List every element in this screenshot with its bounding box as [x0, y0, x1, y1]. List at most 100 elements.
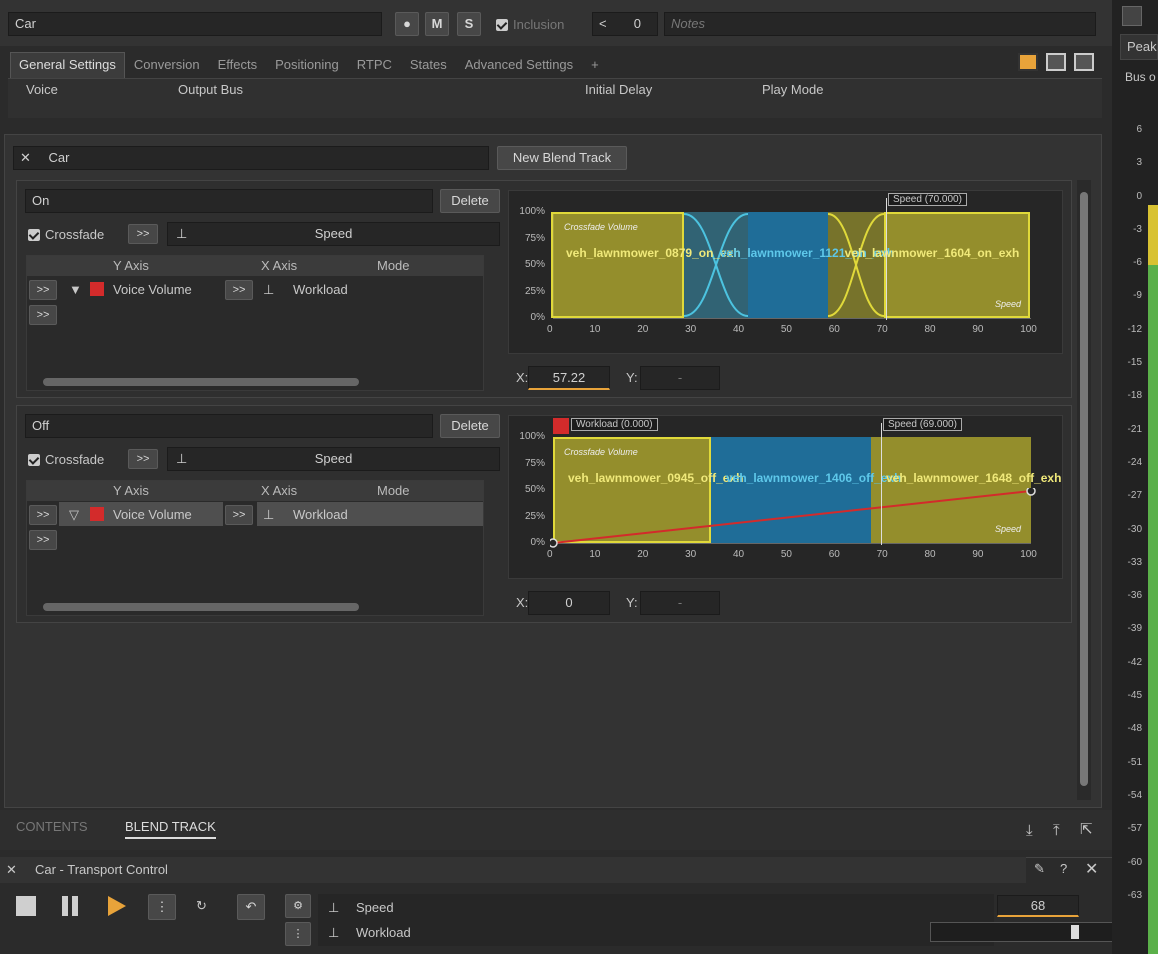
- share-icon: <: [599, 16, 607, 31]
- speed-corner-label: Speed: [995, 299, 1022, 309]
- tab-effects[interactable]: Effects: [209, 52, 267, 78]
- meter-settings-icon[interactable]: [1122, 6, 1142, 26]
- color-swatch[interactable]: [90, 282, 104, 296]
- crossfade-checkbox[interactable]: [28, 452, 40, 467]
- speed-cursor-line[interactable]: [881, 423, 882, 545]
- stop-button[interactable]: [16, 896, 36, 916]
- y-label: Y:: [626, 370, 638, 385]
- help-icon[interactable]: ?: [1060, 861, 1067, 876]
- pin-icon[interactable]: ▼: [69, 282, 82, 297]
- tab-add[interactable]: +: [582, 52, 608, 78]
- tab-contents[interactable]: CONTENTS: [16, 819, 88, 834]
- pause-button[interactable]: [62, 896, 68, 916]
- horizontal-scrollbar[interactable]: [43, 378, 359, 386]
- x-axis-picker-button[interactable]: >>: [225, 505, 253, 525]
- x-axis-value[interactable]: Workload: [293, 282, 348, 297]
- crossfade-label: Crossfade: [45, 227, 105, 242]
- reset-icon[interactable]: ↶: [237, 894, 265, 920]
- share-count[interactable]: < 0: [592, 12, 658, 36]
- scrollbar-thumb[interactable]: [1080, 192, 1088, 786]
- speed-cursor-label: Speed (69.000): [883, 418, 962, 431]
- game-sync-icon[interactable]: ⚙: [285, 894, 311, 918]
- y-axis-ticks: 100% 75% 50% 25% 0%: [519, 431, 545, 548]
- slider-handle[interactable]: [1071, 925, 1079, 939]
- tab-advanced-settings[interactable]: Advanced Settings: [456, 52, 582, 78]
- color-swatch[interactable]: [90, 507, 104, 521]
- close-icon[interactable]: ✕: [1085, 859, 1098, 879]
- horizontal-scrollbar[interactable]: [43, 603, 359, 611]
- row-expand-button[interactable]: >>: [29, 505, 57, 525]
- tab-general-settings[interactable]: General Settings: [10, 52, 125, 78]
- block-label: veh_lawnmower_0945_off_exh: [568, 471, 744, 485]
- tab-positioning[interactable]: Positioning: [266, 52, 348, 78]
- y-axis-value[interactable]: Voice Volume: [113, 507, 192, 522]
- speed-cursor-line[interactable]: [886, 198, 887, 320]
- pin-icon[interactable]: ▽: [69, 507, 79, 523]
- track-name-field[interactable]: Off: [25, 414, 433, 438]
- crossfade-parameter-field[interactable]: ⊥ Speed: [167, 447, 500, 471]
- layout-split-vertical-icon[interactable]: [1046, 53, 1066, 71]
- loop-icon[interactable]: ↻: [196, 898, 207, 914]
- speed-param-label[interactable]: Speed: [356, 900, 394, 915]
- blend-container-field[interactable]: ✕ Car: [13, 146, 489, 170]
- x-label: X:: [516, 595, 529, 610]
- block-label: veh_lawnmower_1648_off_exh: [886, 471, 1062, 485]
- parameter-icon: ⊥: [263, 507, 275, 522]
- tab-blend-track[interactable]: BLEND TRACK: [125, 819, 216, 839]
- vertical-scrollbar[interactable]: [1077, 180, 1091, 800]
- y-axis-value[interactable]: Voice Volume: [113, 282, 192, 297]
- new-blend-track-button[interactable]: New Blend Track: [497, 146, 627, 170]
- notes-field[interactable]: Notes: [664, 12, 1096, 36]
- parameter-list-icon[interactable]: ⋮: [285, 922, 311, 946]
- meter-level-yellow: [1148, 205, 1158, 265]
- x-value-field[interactable]: 0: [528, 591, 610, 615]
- popout-icon[interactable]: ⇱: [1080, 820, 1093, 838]
- crossfade-checkbox[interactable]: [28, 227, 40, 242]
- peak-selector[interactable]: Peak: [1120, 34, 1158, 60]
- crossfade-arrow-button[interactable]: >>: [128, 224, 158, 244]
- selected-row-x[interactable]: [257, 502, 483, 526]
- tab-states[interactable]: States: [401, 52, 456, 78]
- workload-marker[interactable]: [553, 418, 569, 434]
- crossfade-parameter-field[interactable]: ⊥ Speed: [167, 222, 500, 246]
- output-bus-label: Output Bus: [178, 82, 244, 97]
- row-expand-button[interactable]: >>: [29, 280, 57, 300]
- inclusion-checkbox[interactable]: [496, 17, 508, 32]
- play-button[interactable]: [106, 894, 128, 918]
- play-mode-label: Play Mode: [762, 82, 824, 97]
- delete-track-button[interactable]: Delete: [440, 414, 500, 438]
- delete-track-button[interactable]: Delete: [440, 189, 500, 213]
- inclusion-label: Inclusion: [513, 17, 565, 32]
- crossfade-arrow-button[interactable]: >>: [128, 449, 158, 469]
- add-row-button[interactable]: >>: [29, 305, 57, 325]
- add-row-button[interactable]: >>: [29, 530, 57, 550]
- undock-icon[interactable]: ⤒: [1053, 822, 1060, 839]
- mute-button[interactable]: M: [425, 12, 449, 36]
- workload-param-label[interactable]: Workload: [356, 925, 411, 940]
- solo-button[interactable]: S: [457, 12, 481, 36]
- color-palette-button[interactable]: ●: [395, 12, 419, 36]
- speed-value-field[interactable]: 68: [997, 895, 1079, 917]
- bus-label: Bus o: [1125, 70, 1156, 84]
- tab-conversion[interactable]: Conversion: [125, 52, 209, 78]
- transport-options-button[interactable]: ⋮: [148, 894, 176, 920]
- x-axis-ticks: 0 10 20 30 40 50 60 70 80 90 100: [547, 549, 1037, 560]
- tab-rtpc[interactable]: RTPC: [348, 52, 401, 78]
- volume-curve[interactable]: [550, 488, 1036, 548]
- checkbox-icon: [28, 454, 40, 466]
- x-axis-value[interactable]: Workload: [293, 507, 348, 522]
- x-axis-picker-button[interactable]: >>: [225, 280, 253, 300]
- layout-single-icon[interactable]: [1018, 53, 1038, 71]
- transport-title-bar: ✕ Car - Transport Control: [0, 857, 1026, 883]
- layout-split-horizontal-icon[interactable]: [1074, 53, 1094, 71]
- track-name-field[interactable]: On: [25, 189, 433, 213]
- dock-icon[interactable]: ⤓: [1026, 822, 1033, 839]
- object-name-field[interactable]: Car: [8, 12, 382, 36]
- general-settings-strip: Voice Output Bus Initial Delay Play Mode: [8, 78, 1102, 118]
- x-value-field[interactable]: 57.22: [528, 366, 610, 390]
- crossfade-curves: [684, 213, 884, 317]
- crossfade-title: Crossfade Volume: [564, 222, 638, 232]
- parameter-icon: ⊥: [176, 451, 188, 466]
- voice-label: Voice: [26, 82, 58, 97]
- pin-icon[interactable]: ✎: [1034, 861, 1045, 877]
